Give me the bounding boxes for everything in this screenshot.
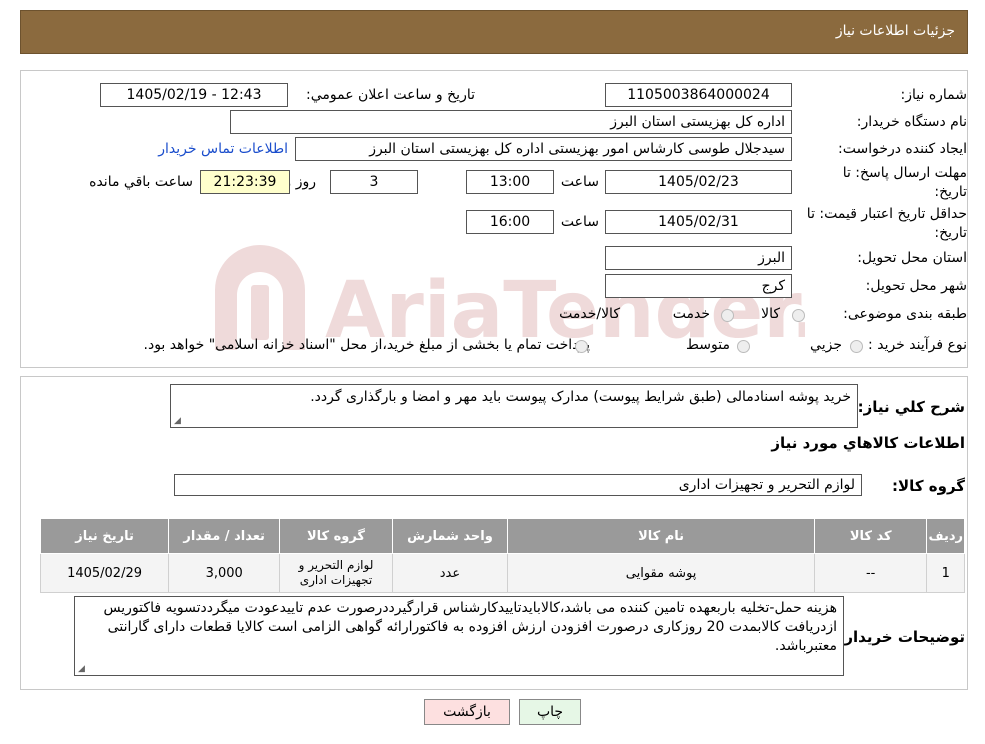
col-header-need-date: تاریخ نیاز xyxy=(39,518,170,554)
creator-label: ایجاد کننده درخواست: xyxy=(838,141,967,157)
col-header-goods-group: گروه کالا xyxy=(279,518,393,554)
need-number-label: شماره نیاز: xyxy=(900,87,968,103)
deadline-date-field: 1405/02/23 xyxy=(605,170,792,194)
table-row: 1 -- پوشه مقوایی عدد لوازم التحریر و تجه… xyxy=(39,553,965,593)
buyer-notes-label: توضیحات خریدار: xyxy=(838,628,965,646)
page-header: جزئیات اطلاعات نیاز xyxy=(20,10,968,54)
process-option-minor: جزیي xyxy=(810,337,842,353)
province-label: استان محل تحویل: xyxy=(857,250,967,266)
cell-unit: عدد xyxy=(391,553,509,593)
validity-hour-label: ساعت xyxy=(560,214,599,230)
process-option-medium: متوسط xyxy=(686,337,730,353)
process-radio-minor[interactable] xyxy=(850,340,863,353)
validity-time-field: 16:00 xyxy=(466,210,554,234)
process-label: نوع فرآیند خرید : xyxy=(868,337,967,353)
remaining-days-field: 3 xyxy=(330,170,418,194)
goods-info-title: اطلاعات کالاهاي مورد نیاز xyxy=(771,434,965,452)
goods-group-field: لوازم التحریر و تجهیزات اداری xyxy=(174,474,862,496)
col-header-goods-name: نام کالا xyxy=(507,518,815,554)
buyer-contact-link[interactable]: اطلاعات تماس خریدار xyxy=(158,141,288,157)
print-button[interactable]: چاپ xyxy=(519,699,581,725)
description-label: شرح کلي نیاز: xyxy=(857,398,965,416)
validity-label-date: تاریخ: xyxy=(934,225,967,241)
process-radio-treasury[interactable] xyxy=(575,340,588,353)
page-title: جزئیات اطلاعات نیاز xyxy=(835,23,955,39)
announce-label: تاریخ و ساعت اعلان عمومي: xyxy=(306,87,475,103)
buyer-org-field: اداره کل بهزیستی استان البرز xyxy=(230,110,792,134)
category-option-goods-service: کالا/خدمت xyxy=(559,306,620,322)
goods-table: ردیف کد کالا نام کالا واحد شمارش گروه کا… xyxy=(39,518,965,593)
cell-goods-group: لوازم التحریر و تجهیزات اداری xyxy=(279,553,393,593)
description-resize-handle[interactable]: ◢ xyxy=(174,416,182,426)
buyer-notes-field: هزینه حمل-تخلیه باربعهده تامین کننده می … xyxy=(74,596,844,676)
deadline-label: مهلت ارسال پاسخ: تا xyxy=(842,165,967,181)
col-header-row-number: ردیف xyxy=(926,518,965,554)
cell-quantity: 3,000 xyxy=(168,553,281,593)
deadline-label-date: تاریخ: xyxy=(934,184,967,200)
cell-row-number: 1 xyxy=(926,553,965,593)
remaining-label: ساعت باقي مانده xyxy=(89,174,193,190)
validity-date-field: 1405/02/31 xyxy=(605,210,792,234)
goods-group-label: گروه کالا: xyxy=(892,477,965,495)
col-header-goods-code: کد کالا xyxy=(813,518,928,554)
category-option-service: خدمت xyxy=(672,306,710,322)
category-option-goods: کالا xyxy=(761,306,780,322)
back-button[interactable]: بازگشت xyxy=(424,699,510,725)
category-radio-service[interactable] xyxy=(721,309,734,322)
city-label: شهر محل تحویل: xyxy=(865,278,967,294)
cell-goods-code: -- xyxy=(813,553,928,593)
col-header-quantity: تعداد / مقدار xyxy=(168,518,281,554)
process-payment-note: پرداخت تمام یا بخشی از مبلغ خرید،از محل … xyxy=(143,337,590,353)
category-radio-goods[interactable] xyxy=(792,309,805,322)
cell-goods-name: پوشه مقوایی xyxy=(507,553,815,593)
need-number-field: 1105003864000024 xyxy=(605,83,792,107)
announce-datetime-field: 1405/02/19 - 12:43 xyxy=(100,83,288,107)
deadline-time-field: 13:00 xyxy=(466,170,554,194)
validity-label: حداقل تاریخ اعتبار قیمت: تا xyxy=(806,206,967,222)
description-field: خرید پوشه اسنادمالی (طبق شرایط پیوست) مد… xyxy=(170,384,858,428)
process-radio-medium[interactable] xyxy=(737,340,750,353)
category-label: طبقه بندی موضوعی: xyxy=(843,306,967,322)
remaining-time-field: 21:23:39 xyxy=(200,170,290,194)
goods-table-header-row: ردیف کد کالا نام کالا واحد شمارش گروه کا… xyxy=(39,518,965,554)
buyer-notes-resize-handle[interactable]: ◢ xyxy=(78,664,86,674)
col-header-unit: واحد شمارش xyxy=(391,518,509,554)
deadline-hour-label: ساعت xyxy=(560,174,599,190)
province-field: البرز xyxy=(605,246,792,270)
buyer-org-label: نام دستگاه خریدار: xyxy=(856,114,967,130)
creator-field: سیدجلال طوسی کارشاس امور بهزیستی اداره ک… xyxy=(295,137,792,161)
cell-need-date: 1405/02/29 xyxy=(39,553,170,593)
city-field: کرج xyxy=(605,274,792,298)
